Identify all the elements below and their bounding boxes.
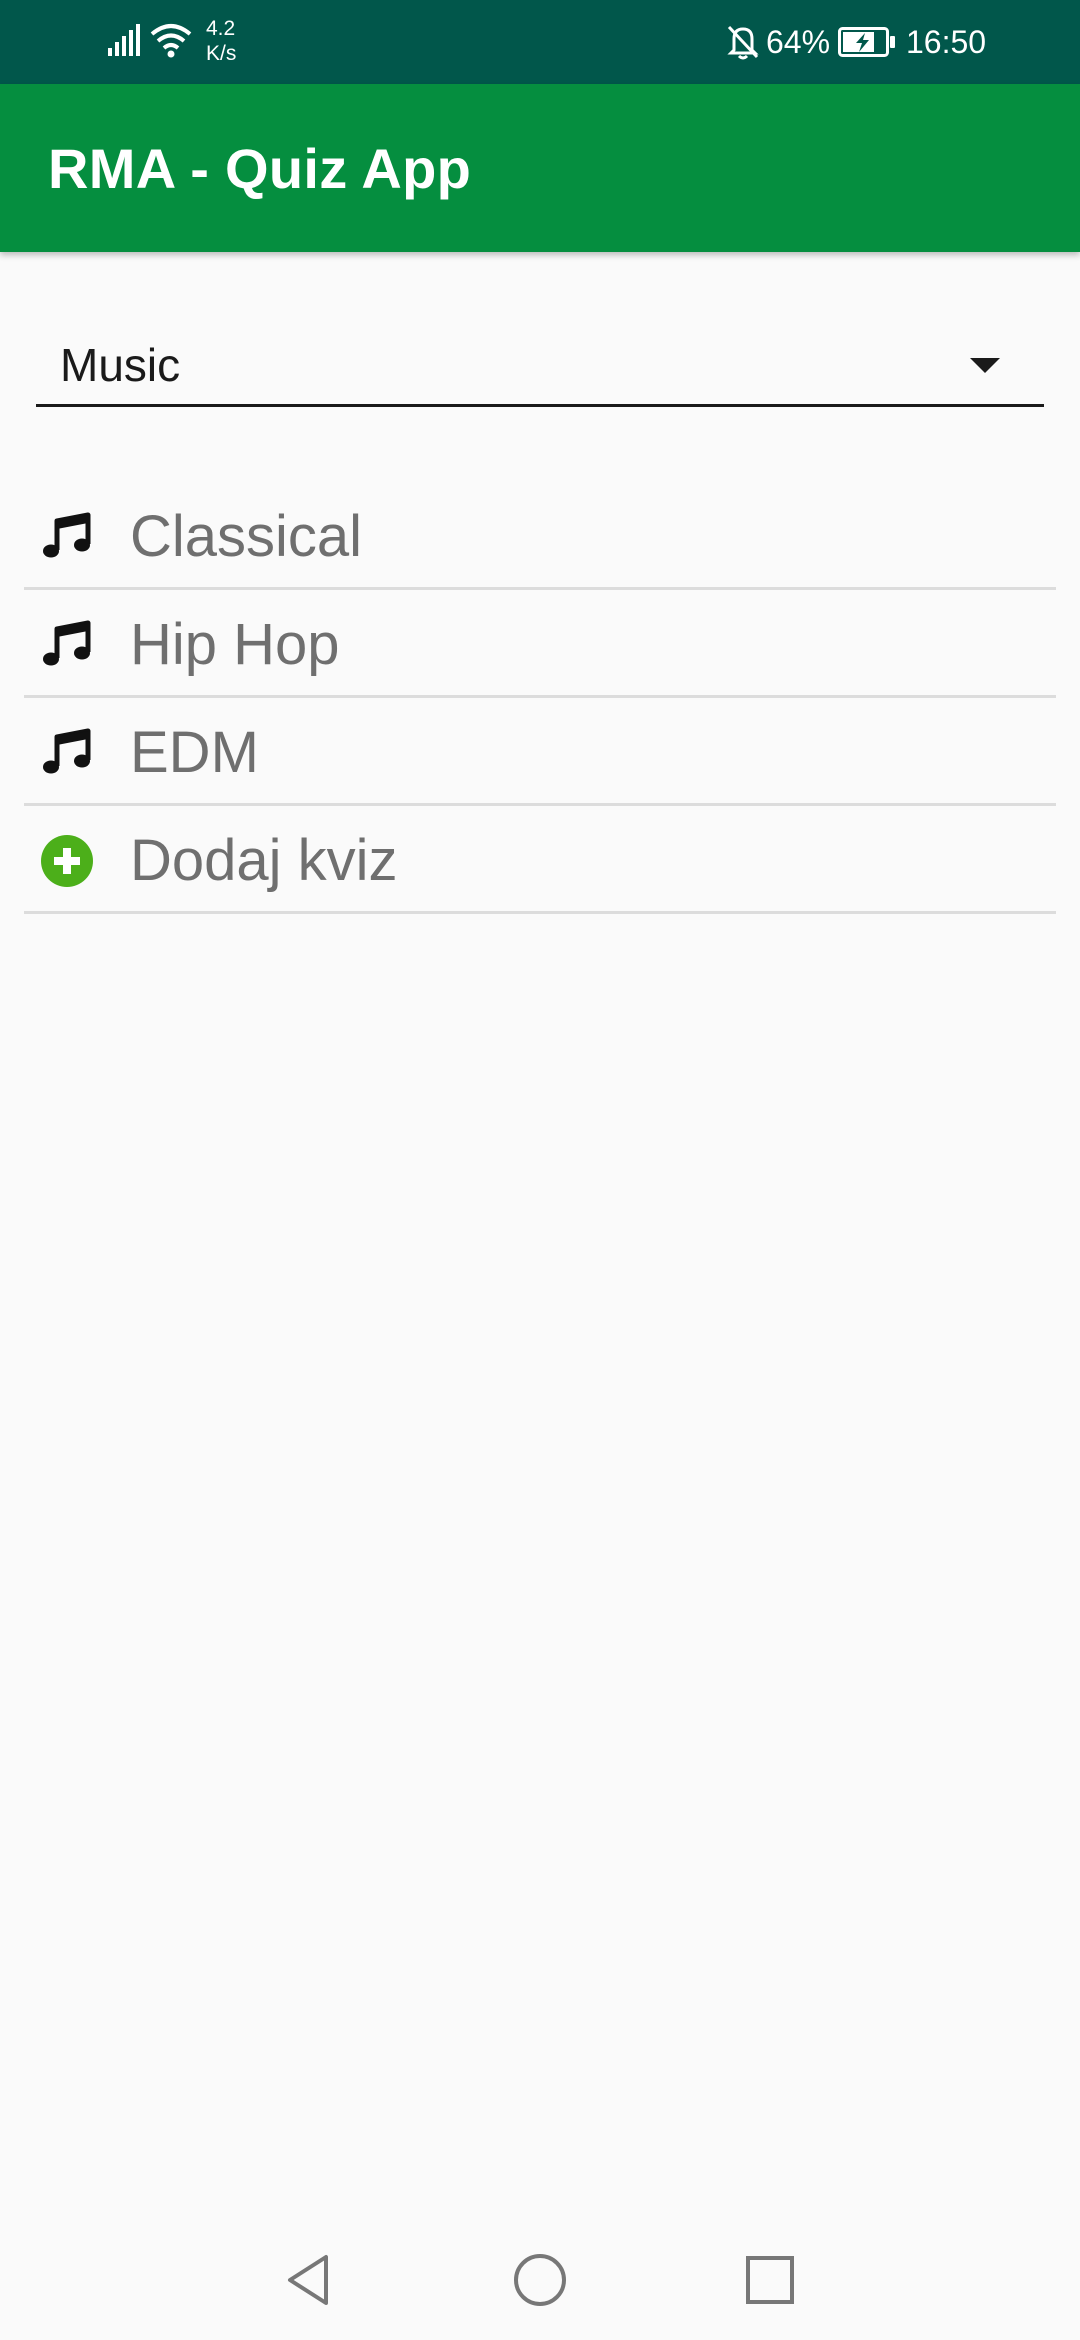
status-bar: 4.2 K/s 64% 16:50 [0,0,1080,84]
wifi-icon [150,24,192,58]
battery-percent: 64% [766,24,831,60]
music-note-icon [43,620,91,666]
app-title: RMA - Quiz App [48,137,472,200]
add-quiz-item[interactable]: Dodaj kviz [24,806,1056,914]
list-item-hip-hop[interactable]: Hip Hop [24,590,1056,698]
list-item-label: EDM [130,720,259,785]
battery-charging-icon [838,27,895,57]
bell-off-icon [727,25,759,60]
signal-icon [108,24,140,56]
app-bar: RMA - Quiz App [0,84,1080,252]
dropdown-arrow-icon [970,358,1000,373]
category-spinner[interactable]: Music [36,330,1044,407]
clock: 16:50 [906,24,987,60]
network-speed: 4.2 K/s [206,16,256,66]
network-speed-unit: K/s [206,42,237,65]
home-icon[interactable] [512,2252,568,2308]
list-item-classical[interactable]: Classical [24,482,1056,590]
recents-icon[interactable] [742,2252,798,2308]
music-note-icon [43,512,91,558]
quiz-list: Classical Hip Hop EDM Dodaj kviz [24,482,1056,914]
category-spinner-value: Music [60,339,181,391]
network-speed-value: 4.2 [206,17,236,40]
add-circle-icon [41,835,93,887]
list-item-label: Hip Hop [130,612,340,677]
system-nav-bar [0,2220,1080,2340]
list-item-edm[interactable]: EDM [24,698,1056,806]
music-note-icon [43,728,91,774]
list-item-label: Classical [130,504,363,569]
back-icon[interactable] [282,2252,338,2308]
list-item-label: Dodaj kviz [130,828,398,893]
